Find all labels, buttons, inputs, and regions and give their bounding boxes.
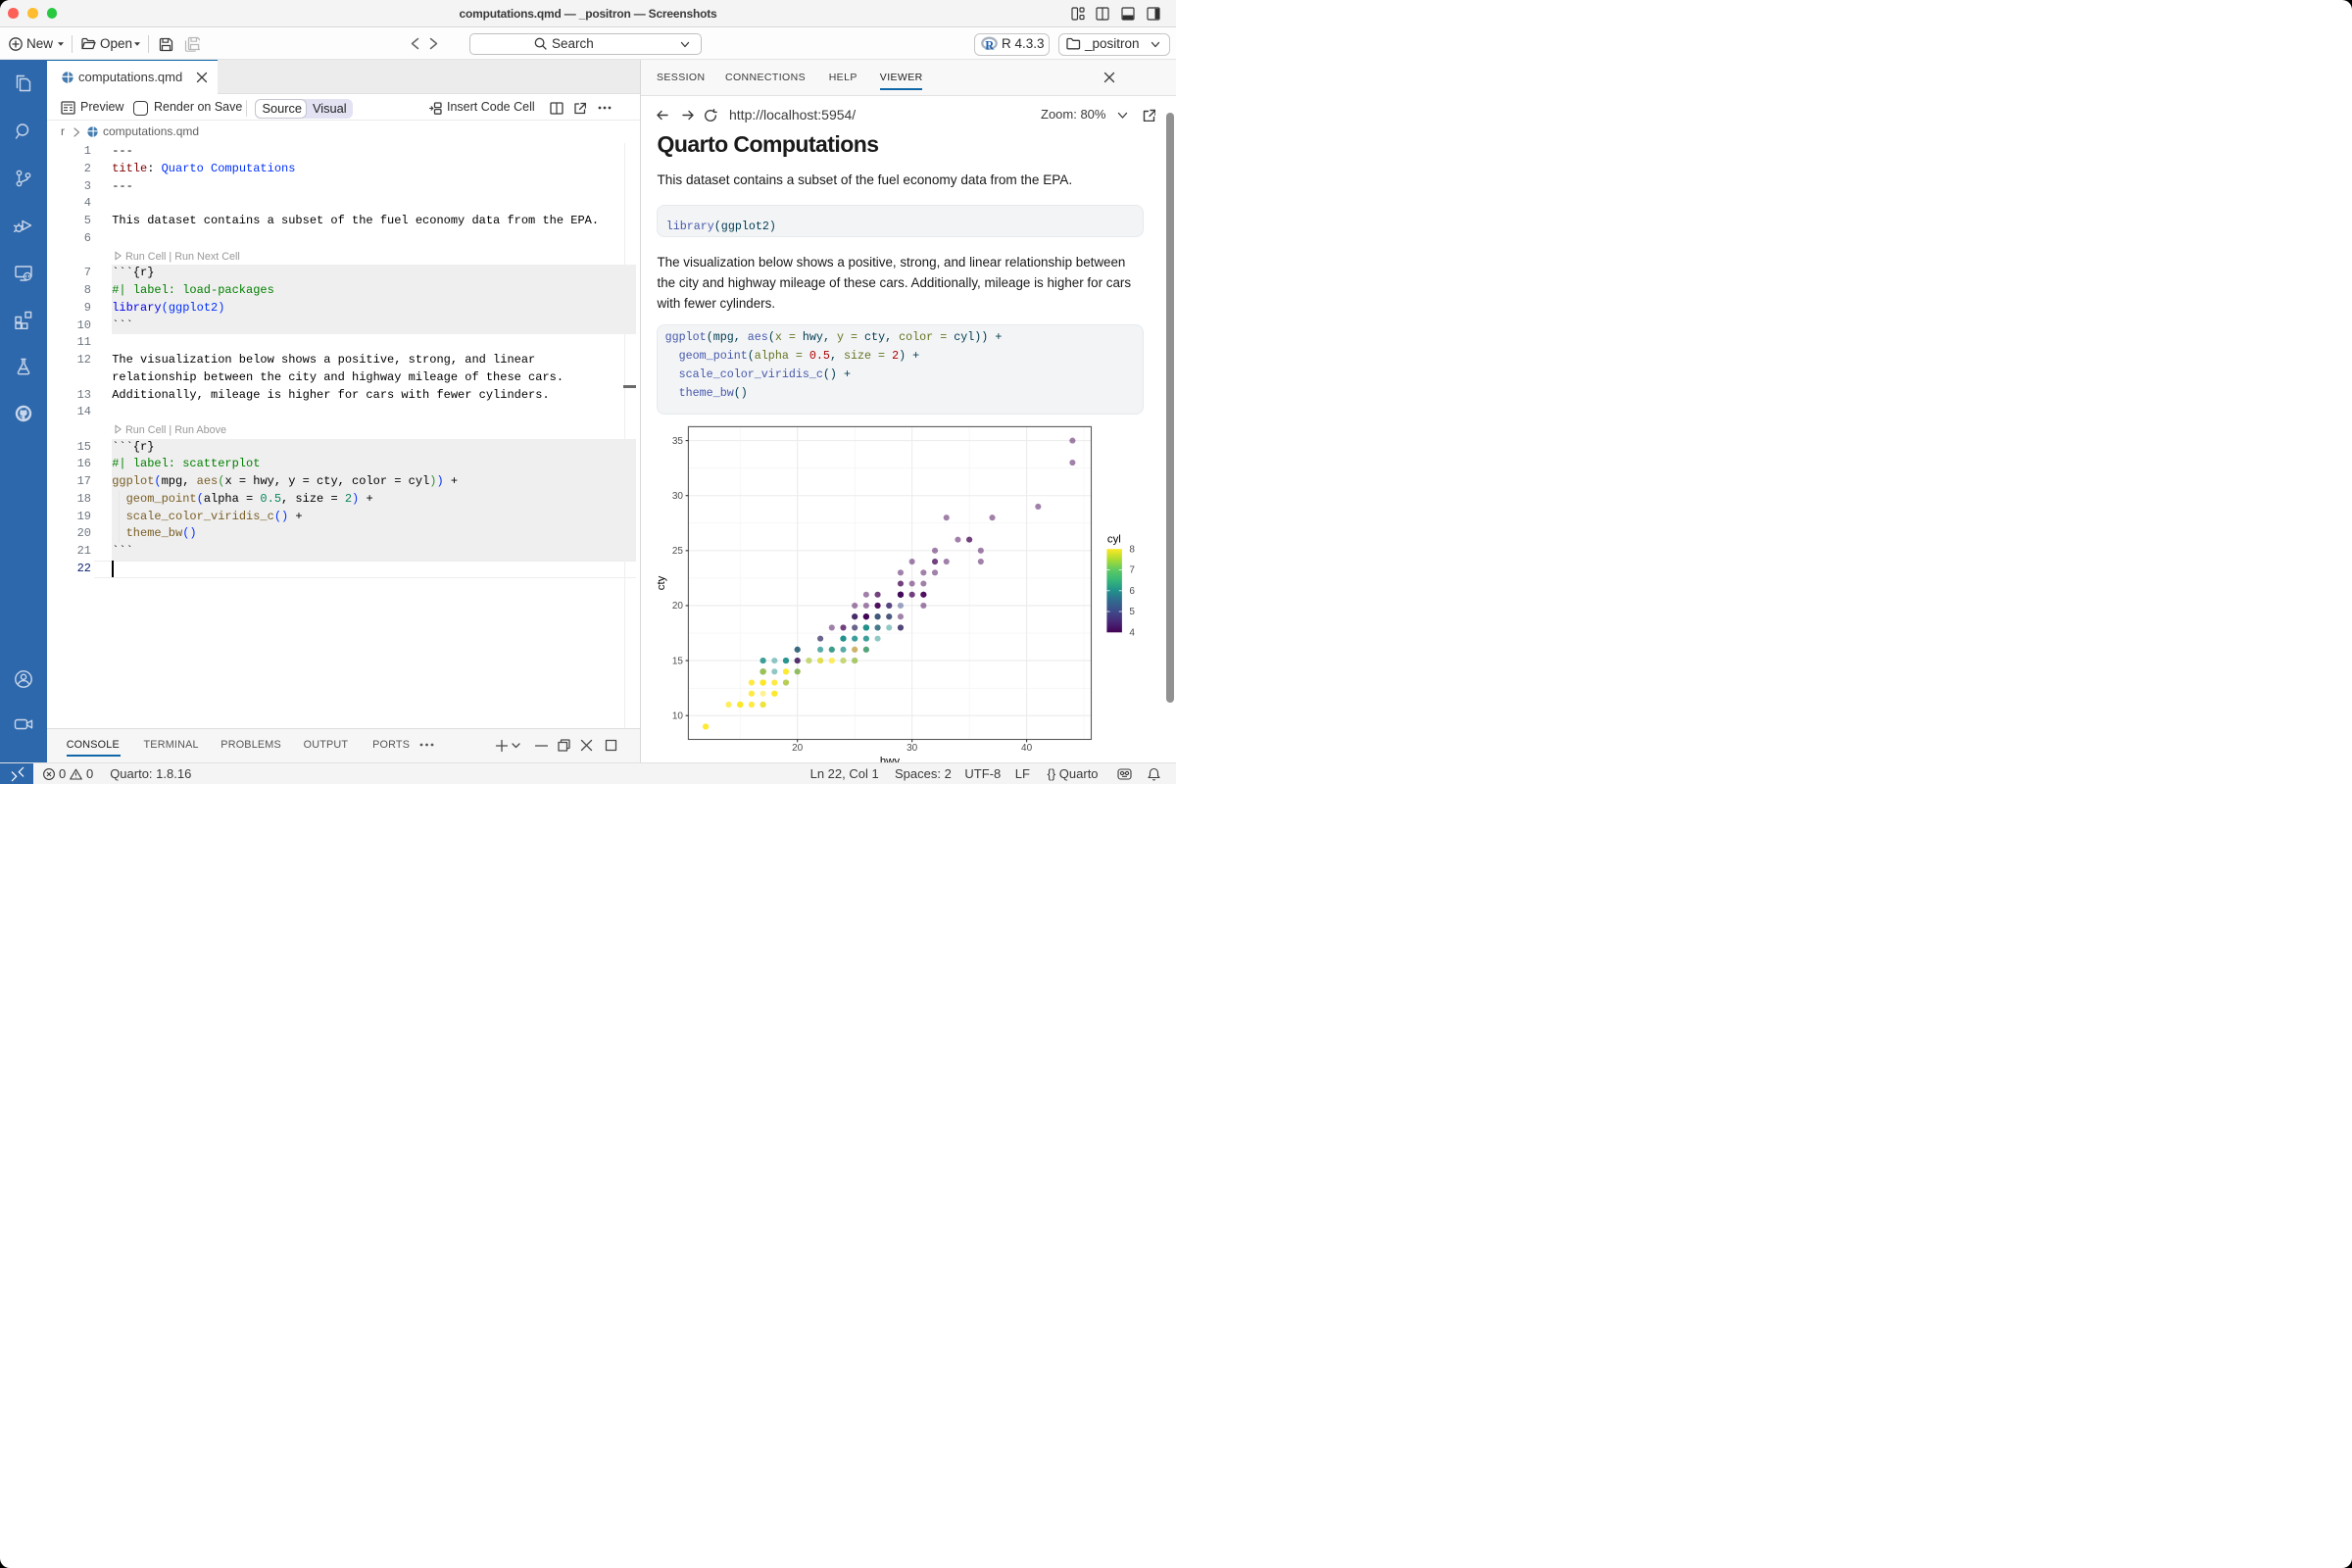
svg-text:R: R [985, 38, 995, 52]
svg-text:40: 40 [1021, 743, 1033, 754]
svg-text:10: 10 [672, 710, 684, 721]
svg-text:4: 4 [1129, 628, 1135, 639]
svg-text:6: 6 [1129, 586, 1135, 597]
svg-text:25: 25 [672, 546, 684, 557]
svg-text:8: 8 [1129, 544, 1135, 555]
svg-text:hwy: hwy [880, 756, 901, 762]
svg-text:15: 15 [672, 656, 684, 666]
svg-text:20: 20 [672, 601, 684, 612]
svg-text:5: 5 [1129, 607, 1135, 617]
svg-text:30: 30 [672, 491, 684, 502]
svg-text:7: 7 [1129, 565, 1135, 576]
svg-text:cyl: cyl [1107, 534, 1121, 546]
svg-text:cty: cty [656, 575, 667, 590]
svg-text:30: 30 [906, 743, 918, 754]
svg-text:35: 35 [672, 436, 684, 447]
svg-text:20: 20 [792, 743, 804, 754]
